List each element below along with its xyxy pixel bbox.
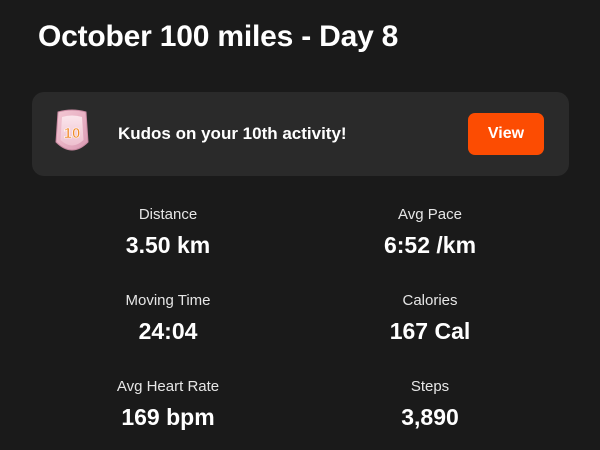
stat-value: 167 Cal [389,318,471,344]
kudos-banner: 10 Kudos on your 10th activity! View [32,92,569,176]
stat-value: 6:52 /km [383,232,477,258]
svg-text:10: 10 [64,125,81,142]
stat-avg-heart-rate: Avg Heart Rate 169 bpm [38,378,298,430]
stat-label: Moving Time [125,292,211,309]
stat-label: Avg Heart Rate [116,378,220,395]
stat-avg-pace: Avg Pace 6:52 /km [300,206,560,258]
stat-steps: Steps 3,890 [300,378,560,430]
stat-label: Avg Pace [398,206,462,223]
stat-value: 169 bpm [121,404,215,430]
stat-value: 3,890 [401,404,459,430]
stat-moving-time: Moving Time 24:04 [38,292,298,344]
stat-calories: Calories 167 Cal [300,292,560,344]
activity-title: October 100 miles - Day 8 [38,20,399,53]
milestone-badge-icon: 10 [52,108,92,160]
stat-value: 3.50 km [125,232,211,258]
stat-value: 24:04 [138,318,198,344]
stat-label: Distance [138,206,198,223]
stat-label: Steps [410,378,450,395]
kudos-message: Kudos on your 10th activity! [118,124,347,143]
view-button[interactable]: View [468,113,544,155]
stat-label: Calories [402,292,458,309]
stat-distance: Distance 3.50 km [38,206,298,258]
